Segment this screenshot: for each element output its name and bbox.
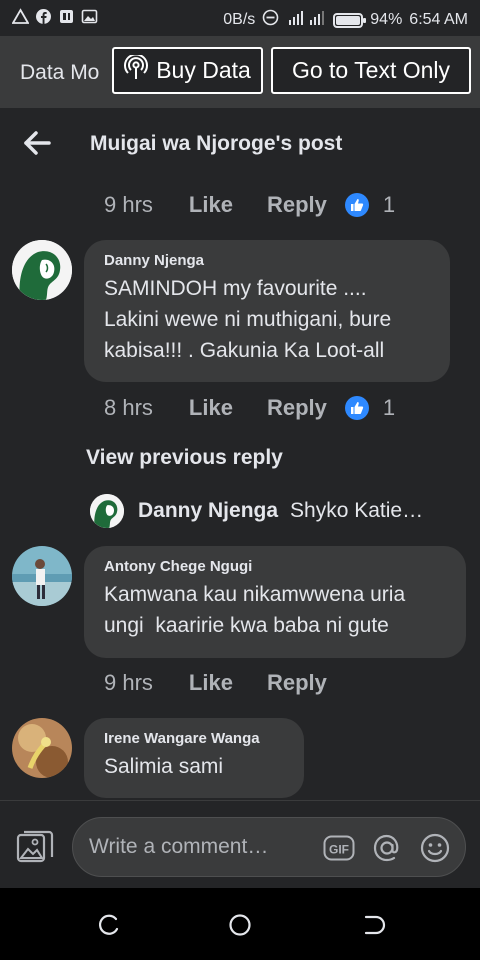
comment-input[interactable]: Write a comment… GIF xyxy=(72,817,466,877)
mention-icon[interactable] xyxy=(371,832,403,864)
recent-apps-icon[interactable] xyxy=(96,912,122,938)
buy-data-button[interactable]: Buy Data xyxy=(112,47,263,94)
warning-icon xyxy=(11,8,30,25)
broadcast-icon xyxy=(124,53,149,87)
thumbs-up-icon xyxy=(344,193,369,217)
comment-time: 9 hrs xyxy=(104,192,153,217)
like-button[interactable]: Like xyxy=(189,670,233,696)
signal-icon xyxy=(286,10,326,31)
reply-button[interactable]: Reply xyxy=(267,670,327,696)
comment-actions: 9 hrs Like Reply 1 xyxy=(104,192,395,218)
comment-bubble[interactable]: Antony Chege Ngugi Kamwana kau nikamwwen… xyxy=(84,546,466,658)
comment-author[interactable]: Danny Njenga xyxy=(104,252,430,269)
view-previous-reply-link[interactable]: View previous reply xyxy=(86,446,283,470)
photo-gallery-icon[interactable] xyxy=(16,829,54,865)
data-mode-label: Data Mo xyxy=(20,61,100,84)
comment-bubble[interactable]: Irene Wangare Wanga Salimia sami xyxy=(84,718,304,798)
comment-composer: Write a comment… GIF xyxy=(0,800,480,888)
comment-author[interactable]: Antony Chege Ngugi xyxy=(104,558,446,575)
status-bar: 0B/s 94% 6:54 AM xyxy=(0,0,480,36)
comment-input-placeholder: Write a comment… xyxy=(89,835,269,858)
reply-author: Danny Njenga xyxy=(138,499,279,522)
reply-button[interactable]: Reply xyxy=(267,395,327,421)
reaction-count-value: 1 xyxy=(382,395,396,420)
avatar[interactable] xyxy=(12,240,72,300)
data-speed: 0B/s xyxy=(223,11,256,28)
comment-time: 8 hrs xyxy=(104,395,153,420)
comment-text: Kamwana kau nikamwwena uria ungi kaariri… xyxy=(104,583,406,637)
thumbs-up-icon xyxy=(344,396,369,420)
avatar[interactable] xyxy=(12,718,72,778)
home-icon[interactable] xyxy=(227,912,253,938)
comment-actions: 8 hrs Like Reply 1 xyxy=(104,395,395,421)
comment-text: Salimia sami xyxy=(104,755,224,778)
clock: 6:54 AM xyxy=(409,11,468,28)
status-right: 0B/s 94% 6:54 AM xyxy=(223,9,468,31)
comment-author[interactable]: Irene Wangare Wanga xyxy=(104,730,284,747)
comment-bubble[interactable]: Danny Njenga SAMINDOH my favourite .... … xyxy=(84,240,450,382)
post-header: Muigai wa Njoroge's post xyxy=(0,108,480,178)
like-button[interactable]: Like xyxy=(189,192,233,218)
reply-preview[interactable]: Danny Njenga Shyko Katie… xyxy=(90,494,423,528)
gif-icon[interactable]: GIF xyxy=(323,832,355,864)
emoji-icon[interactable] xyxy=(419,832,451,864)
back-icon[interactable] xyxy=(360,912,386,938)
image-icon xyxy=(81,8,98,25)
status-left-icons xyxy=(11,8,98,25)
reaction-count[interactable]: 1 xyxy=(344,192,396,218)
avatar xyxy=(90,494,124,528)
back-arrow-icon[interactable] xyxy=(22,128,52,158)
comment-actions: 9 hrs Like Reply xyxy=(104,670,327,696)
battery-percent: 94% xyxy=(370,11,403,28)
page-title: Muigai wa Njoroge's post xyxy=(90,132,343,155)
comment-text: SAMINDOH my favourite .... Lakini wewe n… xyxy=(104,277,392,362)
facebook-icon xyxy=(35,8,52,25)
comment-time: 9 hrs xyxy=(104,670,153,695)
avatar[interactable] xyxy=(12,546,72,606)
navigation-bar xyxy=(0,888,480,960)
sim-icon xyxy=(58,8,75,25)
reaction-count[interactable]: 1 xyxy=(344,395,396,421)
reaction-count-value: 1 xyxy=(382,192,396,217)
reply-button[interactable]: Reply xyxy=(267,192,327,218)
reply-snippet: Shyko Katie… xyxy=(290,499,424,522)
data-mode-bar: Data Mo Buy Data Go to Text Only xyxy=(0,36,480,108)
gif-label: GIF xyxy=(329,843,349,857)
text-only-button[interactable]: Go to Text Only xyxy=(271,47,471,94)
battery-icon xyxy=(333,12,367,28)
like-button[interactable]: Like xyxy=(189,395,233,421)
buy-data-label: Buy Data xyxy=(156,57,251,83)
data-saver-icon xyxy=(262,9,279,31)
